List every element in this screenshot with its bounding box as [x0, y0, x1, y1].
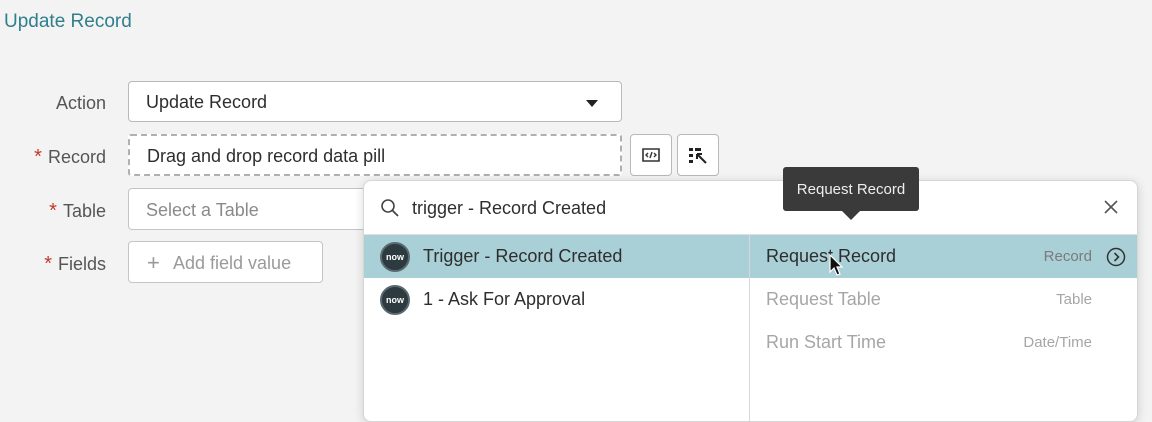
- mouse-pointer-icon: [829, 254, 844, 276]
- record-pill-dropzone[interactable]: Drag and drop record data pill: [128, 134, 622, 176]
- fields-label: * Fields: [44, 253, 106, 275]
- search-icon: [381, 199, 399, 217]
- picker-field-item[interactable]: Run Start Time Date/Time: [750, 321, 1137, 364]
- picker-field-name: Request Table: [766, 289, 881, 309]
- picker-search-row: trigger - Record Created: [364, 181, 1137, 235]
- table-placeholder: Select a Table: [146, 200, 259, 220]
- chevron-down-icon: [586, 100, 598, 107]
- chevron-right-circle-icon[interactable]: [1106, 247, 1126, 267]
- picker-field-type: Record: [1043, 248, 1092, 265]
- picker-field-type: Date/Time: [1023, 334, 1092, 351]
- picker-field-item[interactable]: Request Table Table: [750, 278, 1137, 321]
- picker-field-type: Table: [1056, 291, 1092, 308]
- add-field-value-button[interactable]: + Add field value: [128, 241, 323, 283]
- picker-step-item[interactable]: now 1 - Ask For Approval: [364, 278, 749, 321]
- data-pill-picker-button[interactable]: [677, 134, 719, 176]
- script-icon: [642, 148, 660, 162]
- action-select-value: Update Record: [146, 92, 268, 112]
- close-icon[interactable]: [1103, 199, 1119, 215]
- field-tooltip: Request Record: [783, 167, 919, 220]
- script-toggle-button[interactable]: [630, 134, 672, 176]
- add-field-label: Add field value: [173, 253, 292, 273]
- picker-steps-list: now Trigger - Record Created now 1 - Ask…: [364, 235, 749, 421]
- table-label: * Table: [49, 200, 106, 222]
- picker-step-label: Trigger - Record Created: [423, 246, 623, 266]
- data-pill-picker-icon: [689, 148, 707, 164]
- picker-field-item[interactable]: Request Record Record: [750, 235, 1137, 278]
- now-logo-icon: now: [380, 285, 410, 315]
- picker-step-label: 1 - Ask For Approval: [423, 289, 586, 309]
- required-indicator: *: [44, 253, 52, 275]
- picker-field-name: Run Start Time: [766, 332, 887, 352]
- picker-search-input[interactable]: trigger - Record Created: [412, 198, 606, 219]
- required-indicator: *: [34, 146, 42, 168]
- record-label: * Record: [34, 146, 106, 168]
- record-dropzone-text: Drag and drop record data pill: [147, 146, 386, 166]
- action-select[interactable]: Update Record: [128, 81, 622, 122]
- now-logo-icon: now: [380, 242, 410, 272]
- picker-fields-list: Request Record Record Request Table Tabl…: [749, 235, 1137, 421]
- action-label: Action: [55, 93, 106, 113]
- section-title: Update Record: [4, 11, 132, 32]
- data-pill-picker-popover: trigger - Record Created now Trigger - R…: [363, 180, 1138, 422]
- plus-icon: +: [147, 250, 160, 275]
- picker-step-item[interactable]: now Trigger - Record Created: [364, 235, 749, 278]
- required-indicator: *: [49, 200, 57, 222]
